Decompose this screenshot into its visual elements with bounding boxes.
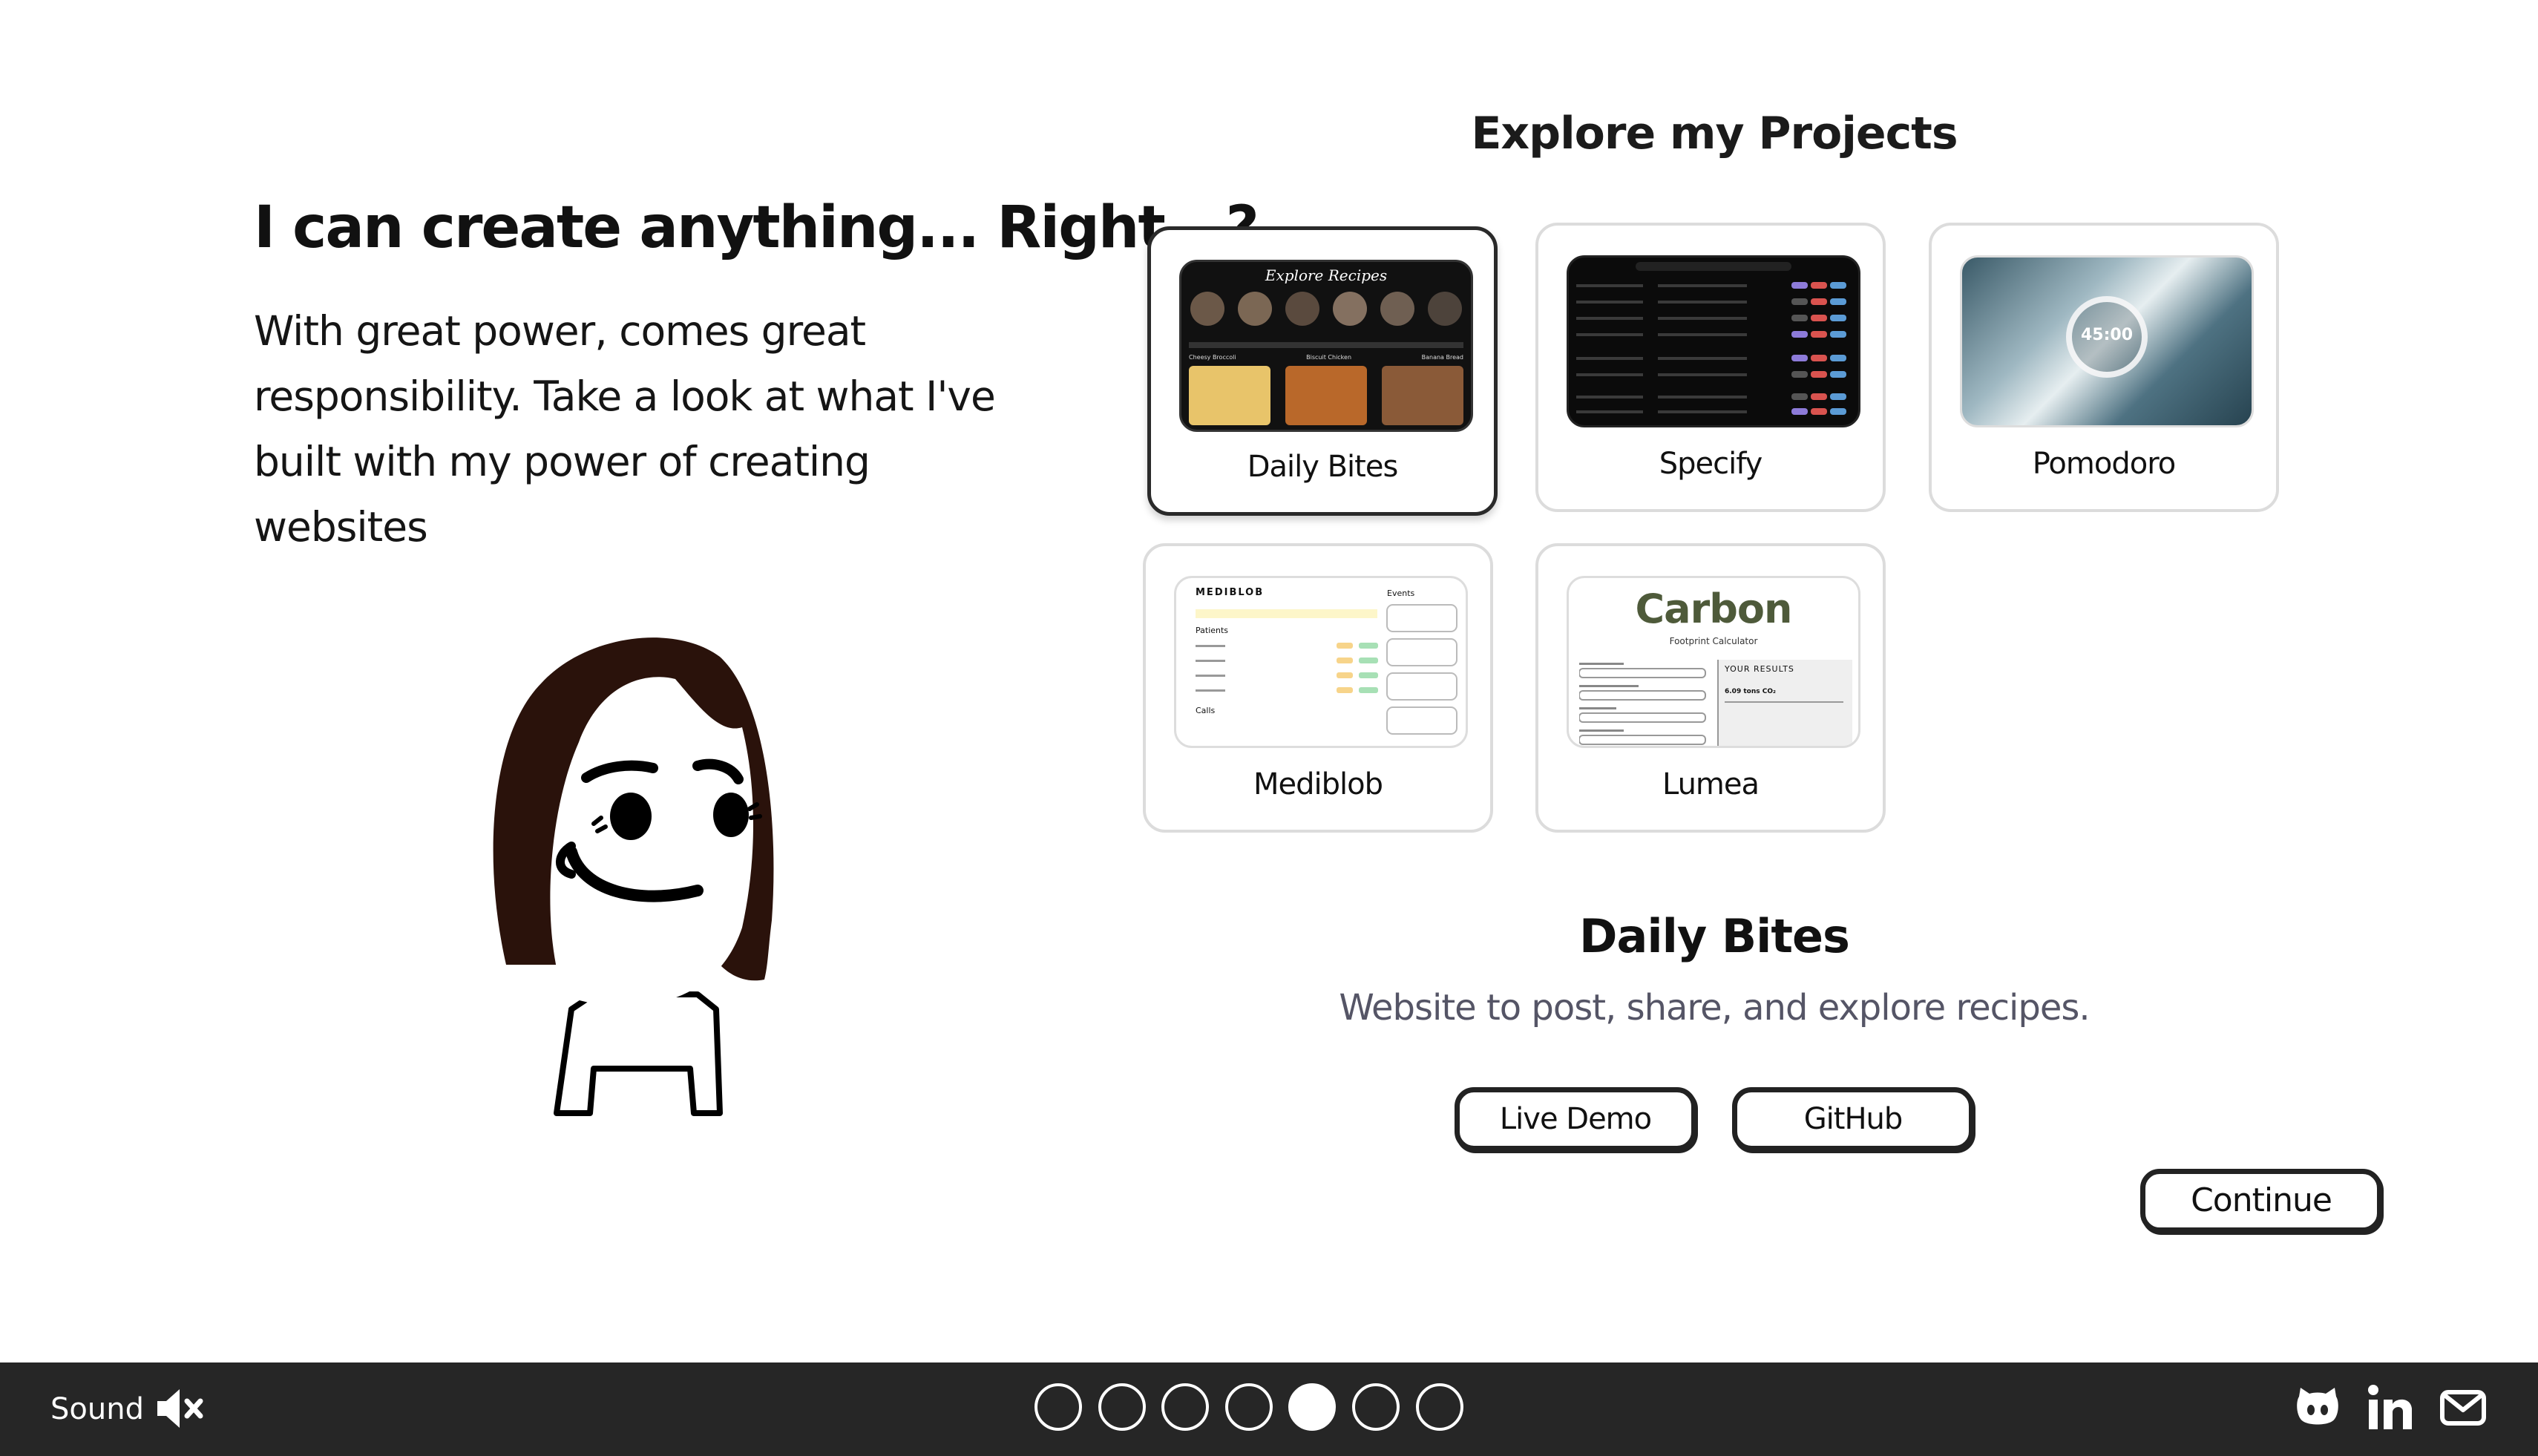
mediblob-thumbnail: MEDIBLOB Events Patients Calls: [1174, 576, 1468, 748]
headline: I can create anything... Right...?: [254, 194, 1259, 261]
lumea-brand: Carbon: [1635, 586, 1793, 632]
recipe-name: Biscuit Chicken: [1306, 354, 1352, 361]
page-dot-7[interactable]: [1416, 1383, 1463, 1431]
specify-table-preview: [1576, 262, 1846, 415]
daily-bites-thumbnail: Explore Recipes Cheesy Broccoli Biscuit …: [1179, 260, 1473, 432]
continue-button[interactable]: Continue: [2140, 1169, 2382, 1233]
recipe-image: [1189, 366, 1270, 425]
project-card-mediblob[interactable]: MEDIBLOB Events Patients Calls Mediblob: [1143, 543, 1493, 833]
lumea-tagline: Footprint Calculator: [1669, 636, 1758, 646]
project-card-pomodoro[interactable]: 45:00 Pomodoro: [1929, 223, 2279, 512]
specify-thumbnail: [1567, 255, 1860, 427]
project-label: Pomodoro: [2032, 447, 2177, 481]
category-circle: [1333, 292, 1367, 326]
page-dot-6[interactable]: [1352, 1383, 1400, 1431]
page-dot-2[interactable]: [1098, 1383, 1146, 1431]
mediblob-brand: MEDIBLOB: [1196, 587, 1265, 598]
project-label: Lumea: [1662, 767, 1760, 801]
project-label: Mediblob: [1253, 767, 1383, 801]
live-demo-button[interactable]: Live Demo: [1455, 1087, 1696, 1151]
events-list-preview: [1386, 604, 1457, 735]
pomodoro-thumbnail: 45:00: [1960, 255, 2254, 427]
speaker-muted-icon[interactable]: [154, 1385, 206, 1432]
recipe-name: Cheesy Broccoli: [1189, 354, 1236, 361]
page-dot-1[interactable]: [1034, 1383, 1082, 1431]
mail-icon[interactable]: [2439, 1383, 2488, 1432]
recipe-name: Banana Bread: [1421, 354, 1463, 361]
recipe-image: [1382, 366, 1463, 425]
recipe-image: [1285, 366, 1367, 425]
project-card-lumea[interactable]: Carbon Footprint Calculator YOUR RESULTS…: [1535, 543, 1886, 833]
lumea-results-panel: YOUR RESULTS 6.09 tons CO₂: [1717, 660, 1852, 746]
category-circle: [1428, 292, 1462, 326]
linkedin-icon[interactable]: [2366, 1383, 2415, 1432]
lumea-thumbnail: Carbon Footprint Calculator YOUR RESULTS…: [1567, 576, 1860, 748]
lumea-results-heading: YOUR RESULTS: [1725, 664, 1794, 674]
category-circle: [1190, 292, 1224, 326]
project-card-specify[interactable]: Specify: [1535, 223, 1886, 512]
page-dot-3[interactable]: [1161, 1383, 1209, 1431]
github-button[interactable]: GitHub: [1732, 1087, 1974, 1151]
thumb-heading: Explore Recipes: [1265, 266, 1388, 284]
mediblob-events: Events: [1387, 588, 1415, 598]
footer-bar: Sound: [0, 1362, 2538, 1456]
selected-project-description: Website to post, share, and explore reci…: [1339, 987, 2090, 1029]
projects-title: Explore my Projects: [1471, 108, 1958, 160]
intro-text: With great power, comes great responsibi…: [254, 307, 996, 551]
mediblob-calls: Calls: [1196, 706, 1216, 715]
page-dot-4[interactable]: [1225, 1383, 1273, 1431]
selected-project-title: Daily Bites: [1579, 909, 1850, 963]
timer-readout: 45:00: [2080, 326, 2134, 344]
github-icon[interactable]: [2293, 1383, 2342, 1432]
page-dot-5-current[interactable]: [1288, 1383, 1336, 1431]
character-illustration: [493, 637, 774, 1116]
project-label: Specify: [1659, 447, 1763, 481]
category-circle: [1285, 292, 1319, 326]
patients-list-preview: [1196, 643, 1378, 693]
category-circle: [1238, 292, 1272, 326]
category-circle: [1380, 292, 1414, 326]
project-label: Daily Bites: [1247, 450, 1399, 484]
mediblob-patients: Patients: [1196, 626, 1229, 635]
lumea-results-value: 6.09 tons CO₂: [1725, 688, 1776, 695]
lumea-form-preview: [1579, 663, 1706, 745]
sound-label: Sound: [50, 1392, 144, 1426]
project-card-daily-bites[interactable]: Explore Recipes Cheesy Broccoli Biscuit …: [1147, 226, 1498, 516]
